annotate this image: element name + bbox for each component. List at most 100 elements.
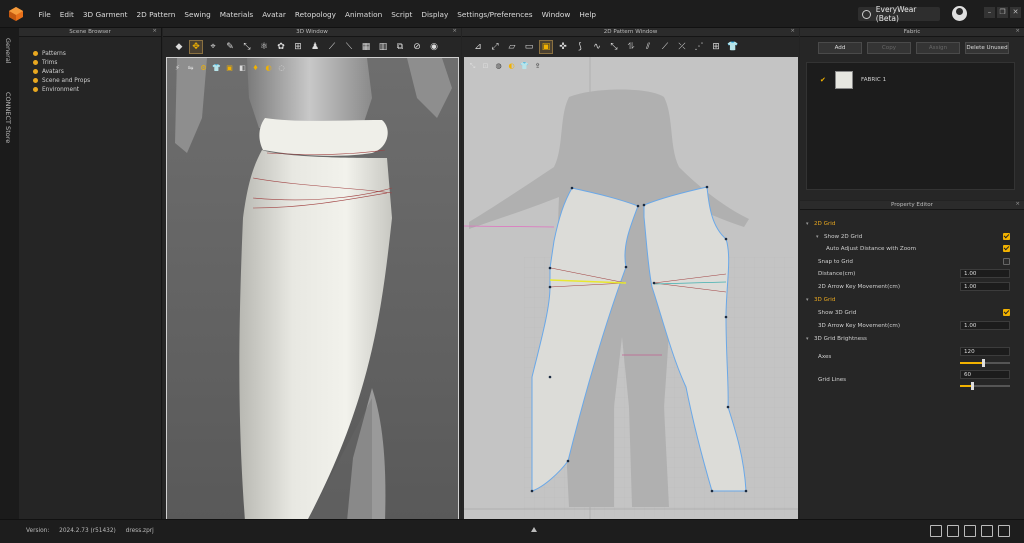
menu-display[interactable]: Display bbox=[417, 10, 453, 19]
move-tool-icon[interactable]: ✥ bbox=[189, 40, 203, 54]
tab-connect-store[interactable]: CONNECT Store bbox=[4, 92, 12, 143]
color-toggle-icon[interactable]: ◐ bbox=[507, 62, 516, 71]
avatar-pose-icon[interactable]: ♟ bbox=[309, 41, 321, 53]
layout-3d-icon[interactable] bbox=[981, 525, 993, 537]
grid-lines-slider[interactable] bbox=[960, 382, 1010, 390]
layout-quad-icon[interactable] bbox=[998, 525, 1010, 537]
measure-icon[interactable]: ⟋ bbox=[326, 41, 338, 53]
stitch-2d-icon[interactable]: ⫽ bbox=[642, 41, 654, 53]
transform-pattern-icon[interactable]: ⊿ bbox=[472, 41, 484, 53]
color-icon[interactable]: ◐ bbox=[264, 64, 273, 73]
stitch-icon[interactable]: ⊘ bbox=[411, 41, 423, 53]
pin-2d-icon[interactable]: ✜ bbox=[557, 41, 569, 53]
section-2d-grid[interactable]: ▾ 2D Grid bbox=[806, 218, 1014, 230]
snap-to-grid-checkbox[interactable] bbox=[1003, 258, 1010, 265]
sewing-tool-icon[interactable]: ⤡ bbox=[241, 41, 253, 53]
panel-close-icon[interactable]: × bbox=[1015, 28, 1020, 34]
tree-item-environment[interactable]: Environment bbox=[33, 85, 161, 94]
shirt-icon[interactable]: 👕 bbox=[212, 64, 221, 73]
layout-single-icon[interactable] bbox=[930, 525, 942, 537]
grading-icon[interactable]: ⊞ bbox=[710, 41, 722, 53]
add-fabric-button[interactable]: Add bbox=[818, 42, 862, 54]
expand-panel-icon[interactable] bbox=[531, 527, 537, 532]
pattern-info-icon[interactable]: ◍ bbox=[494, 62, 503, 71]
panel-close-icon[interactable]: × bbox=[452, 28, 457, 34]
free-sew-icon[interactable]: ⥮ bbox=[625, 41, 637, 53]
fabric-list-item[interactable]: ✔ FABRIC 1 bbox=[807, 69, 1016, 91]
menu-edit[interactable]: Edit bbox=[55, 10, 78, 19]
button-tool-icon[interactable]: ◉ bbox=[428, 41, 440, 53]
tree-item-patterns[interactable]: Patterns bbox=[33, 49, 161, 58]
menu-window[interactable]: Window bbox=[537, 10, 575, 19]
menu-file[interactable]: File bbox=[34, 10, 55, 19]
section-3d-grid[interactable]: ▾ 3D Grid bbox=[806, 294, 1014, 306]
axes-slider[interactable] bbox=[960, 359, 1010, 367]
rectangle-icon[interactable]: ▭ bbox=[523, 41, 535, 53]
menu-3d-garment[interactable]: 3D Garment bbox=[78, 10, 132, 19]
camera-icon[interactable]: ◧ bbox=[238, 64, 247, 73]
dart-icon[interactable]: ⟆ bbox=[574, 41, 586, 53]
tree-item-trims[interactable]: Trims bbox=[33, 58, 161, 67]
menu-animation[interactable]: Animation bbox=[341, 10, 387, 19]
grid-lines-input[interactable]: 60 bbox=[960, 370, 1010, 379]
polygon-icon[interactable]: ▱ bbox=[506, 41, 518, 53]
trace-icon[interactable]: ⋰ bbox=[693, 41, 705, 53]
app-mode-selector[interactable]: EveryWear (Beta) bbox=[858, 5, 940, 23]
layout-2d-icon[interactable] bbox=[964, 525, 976, 537]
panel-close-icon[interactable]: × bbox=[1015, 201, 1020, 207]
axes-input[interactable]: 120 bbox=[960, 347, 1010, 356]
settings-gear-icon[interactable]: ⚙ bbox=[199, 64, 208, 73]
panel-close-icon[interactable]: × bbox=[790, 28, 795, 34]
copy-fabric-button[interactable]: Copy bbox=[867, 42, 911, 54]
shirt-2d-icon[interactable]: 👕 bbox=[727, 41, 739, 53]
panel-close-icon[interactable]: × bbox=[152, 28, 157, 34]
tree-item-scene-and-props[interactable]: Scene and Props bbox=[33, 76, 161, 85]
flip-icon[interactable]: ⇋ bbox=[186, 64, 195, 73]
delete-unused-button[interactable]: Delete Unused bbox=[965, 42, 1009, 54]
pin-tool-icon[interactable]: ⌖ bbox=[207, 41, 219, 53]
arrow-3d-input[interactable]: 1.00 bbox=[960, 321, 1010, 330]
menu-avatar[interactable]: Avatar bbox=[258, 10, 291, 19]
simulate-icon[interactable]: ⚡ bbox=[173, 64, 182, 73]
section-3d-grid-brightness[interactable]: ▾ 3D Grid Brightness bbox=[806, 333, 1014, 345]
curve-icon[interactable]: ∿ bbox=[591, 41, 603, 53]
restore-icon[interactable]: ❐ bbox=[997, 7, 1008, 18]
menu-settings[interactable]: Settings/Preferences bbox=[453, 10, 537, 19]
grid-icon[interactable]: ▦ bbox=[360, 41, 372, 53]
user-avatar-icon[interactable] bbox=[952, 6, 967, 21]
tab-general[interactable]: General bbox=[4, 38, 12, 64]
texture-icon[interactable]: ▥ bbox=[377, 41, 389, 53]
arrange-tool-icon[interactable]: ✿ bbox=[275, 41, 287, 53]
fold-2d-icon[interactable]: ⟋ bbox=[659, 41, 671, 53]
viewport-2d[interactable]: ⤡ ⊡ ◍ ◐ 👕 ⇪ bbox=[464, 57, 798, 520]
texture-toggle-icon[interactable]: ▣ bbox=[225, 64, 234, 73]
export-icon[interactable]: ⇪ bbox=[533, 62, 542, 71]
tree-item-avatars[interactable]: Avatars bbox=[33, 67, 161, 76]
edit-tool-icon[interactable]: ✎ bbox=[224, 41, 236, 53]
topstitch-icon[interactable]: ⤫ bbox=[676, 41, 688, 53]
menu-script[interactable]: Script bbox=[387, 10, 417, 19]
menu-retopology[interactable]: Retopology bbox=[290, 10, 340, 19]
axes-slider-knob[interactable] bbox=[982, 359, 985, 367]
menu-materials[interactable]: Materials bbox=[215, 10, 257, 19]
menu-help[interactable]: Help bbox=[575, 10, 601, 19]
show-2d-grid-checkbox[interactable] bbox=[1003, 233, 1010, 240]
minimize-icon[interactable]: – bbox=[984, 7, 995, 18]
shirt-toggle-icon[interactable]: 👕 bbox=[520, 62, 529, 71]
menu-2d-pattern[interactable]: 2D Pattern bbox=[132, 10, 180, 19]
menu-sewing[interactable]: Sewing bbox=[180, 10, 215, 19]
layout-split-icon[interactable] bbox=[947, 525, 959, 537]
assign-fabric-button[interactable]: Assign bbox=[916, 42, 960, 54]
fold-tool-icon[interactable]: ⚛ bbox=[258, 41, 270, 53]
close-icon[interactable]: ✕ bbox=[1010, 7, 1021, 18]
grid-lines-slider-knob[interactable] bbox=[970, 382, 974, 390]
select-mesh-icon[interactable]: ◆ bbox=[173, 41, 185, 53]
edit-pattern-icon[interactable]: ⤢ bbox=[489, 41, 501, 53]
fit-icon[interactable]: ⊡ bbox=[481, 62, 490, 71]
viewport-3d[interactable]: ⚡ ⇋ ⚙ 👕 ▣ ◧ ♦ ◐ ◌ bbox=[166, 57, 459, 520]
auto-adjust-checkbox[interactable] bbox=[1003, 245, 1010, 252]
pattern-tool-icon[interactable]: ⧉ bbox=[394, 41, 406, 53]
seam-icon[interactable]: ⟍ bbox=[343, 41, 355, 53]
zoom-icon[interactable]: ⤡ bbox=[468, 62, 477, 71]
reset-icon[interactable]: ⊞ bbox=[292, 41, 304, 53]
